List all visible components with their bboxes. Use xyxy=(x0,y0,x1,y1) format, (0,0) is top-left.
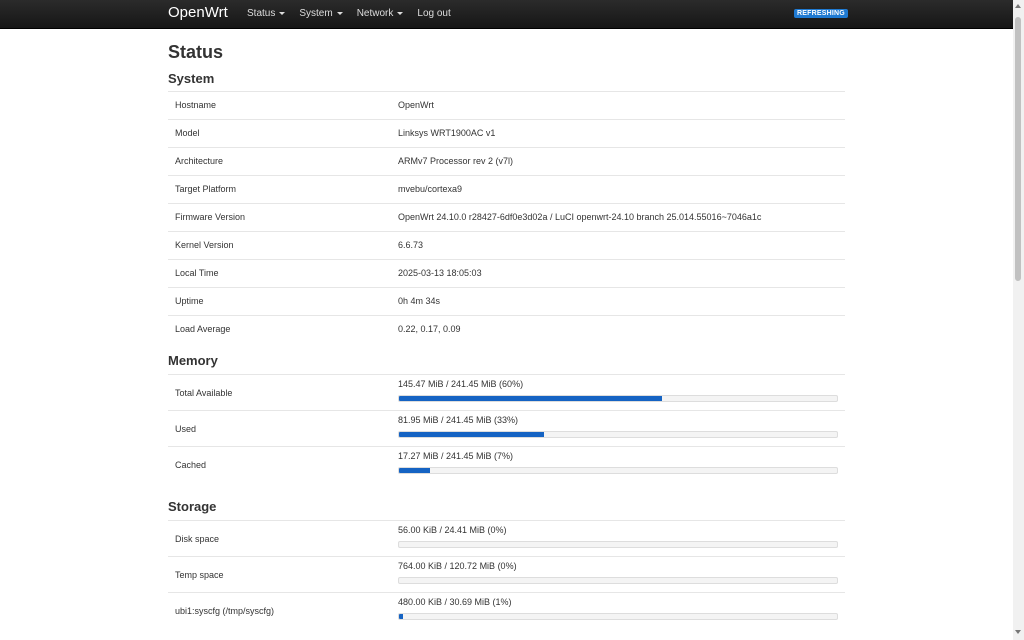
table-row: Uptime 0h 4m 34s xyxy=(168,287,845,315)
section-title-system: System xyxy=(168,71,215,86)
progress-fill xyxy=(399,468,430,473)
menu-status[interactable]: Status xyxy=(247,8,286,19)
bar-text: 81.95 MiB / 241.45 MiB (33%) xyxy=(398,415,519,425)
brand-logo[interactable]: OpenWrt xyxy=(168,4,228,21)
row-value: mvebu/cortexa9 xyxy=(398,184,463,194)
row-label: Disk space xyxy=(175,534,220,544)
row-label: Uptime xyxy=(175,296,204,306)
storage-table: Disk space 56.00 KiB / 24.41 MiB (0%) Te… xyxy=(168,520,845,628)
scroll-down-icon[interactable] xyxy=(1015,630,1021,634)
row-label: Local Time xyxy=(175,268,219,278)
menu-logout-label: Log out xyxy=(417,8,451,19)
bar-text: 56.00 KiB / 24.41 MiB (0%) xyxy=(398,525,507,535)
bar-text: 17.27 MiB / 241.45 MiB (7%) xyxy=(398,451,514,461)
table-row: Firmware Version OpenWrt 24.10.0 r28427-… xyxy=(168,203,845,231)
row-label: ubi1:syscfg (/tmp/syscfg) xyxy=(175,606,275,616)
table-row: Load Average 0.22, 0.17, 0.09 xyxy=(168,315,845,343)
menu-logout[interactable]: Log out xyxy=(417,8,450,19)
memory-table: Total Available 145.47 MiB / 241.45 MiB … xyxy=(168,374,845,482)
row-label: Model xyxy=(175,128,200,138)
menu-system-label: System xyxy=(299,8,333,19)
menu-network[interactable]: Network xyxy=(357,8,404,19)
page-title: Status xyxy=(168,42,224,62)
section-title-storage: Storage xyxy=(168,499,217,514)
bar-text: 145.47 MiB / 241.45 MiB (60%) xyxy=(398,379,524,389)
row-label: Kernel Version xyxy=(175,240,234,250)
bar-text: 480.00 KiB / 30.69 MiB (1%) xyxy=(398,597,512,607)
progress-fill xyxy=(399,432,544,437)
progress-fill xyxy=(399,396,662,401)
main-menu: Status System Network Log out xyxy=(247,8,465,19)
row-label: Hostname xyxy=(175,100,217,110)
section-title-memory: Memory xyxy=(168,353,218,368)
table-row: Model Linksys WRT1900AC v1 xyxy=(168,119,845,147)
row-label: Firmware Version xyxy=(175,212,246,222)
row-value: 0h 4m 34s xyxy=(398,296,441,306)
row-value: OpenWrt 24.10.0 r28427-6df0e3d02a / LuCI… xyxy=(398,212,762,222)
row-label: Cached xyxy=(175,460,207,470)
chevron-down-icon xyxy=(336,12,343,15)
progress-bar xyxy=(398,613,838,620)
row-label: Total Available xyxy=(175,388,233,398)
scroll-up-icon[interactable] xyxy=(1015,4,1021,8)
system-table: Hostname OpenWrt Model Linksys WRT1900AC… xyxy=(168,91,845,343)
refreshing-badge[interactable]: REFRESHING xyxy=(794,9,848,18)
progress-bar xyxy=(398,541,838,548)
top-navbar: OpenWrt Status System Network Log out RE… xyxy=(0,0,1013,29)
table-row: Kernel Version 6.6.73 xyxy=(168,231,845,259)
bar-text: 764.00 KiB / 120.72 MiB (0%) xyxy=(398,561,517,571)
row-label: Temp space xyxy=(175,570,224,580)
menu-status-label: Status xyxy=(247,8,276,19)
progress-fill xyxy=(399,614,404,619)
row-label: Target Platform xyxy=(175,184,237,194)
row-value: 6.6.73 xyxy=(398,240,424,250)
table-row: Architecture ARMv7 Processor rev 2 (v7l) xyxy=(168,147,845,175)
row-value: Linksys WRT1900AC v1 xyxy=(398,128,496,138)
row-label: Load Average xyxy=(175,324,231,334)
row-label: Used xyxy=(175,424,197,434)
row-value: 2025-03-13 18:05:03 xyxy=(398,268,482,278)
row-label: Architecture xyxy=(175,156,224,166)
row-value: OpenWrt xyxy=(398,100,434,110)
row-value: ARMv7 Processor rev 2 (v7l) xyxy=(398,156,514,166)
table-row: Hostname OpenWrt xyxy=(168,91,845,119)
table-row: Total Available 145.47 MiB / 241.45 MiB … xyxy=(168,374,845,410)
progress-bar xyxy=(398,577,838,584)
row-value: 0.22, 0.17, 0.09 xyxy=(398,324,461,334)
menu-system[interactable]: System xyxy=(299,8,343,19)
table-row: Cached 17.27 MiB / 241.45 MiB (7%) xyxy=(168,446,845,482)
chevron-down-icon xyxy=(279,12,286,15)
scrollbar-thumb[interactable] xyxy=(1015,17,1021,281)
progress-bar xyxy=(398,431,838,438)
menu-network-label: Network xyxy=(356,8,394,19)
table-row: Target Platform mvebu/cortexa9 xyxy=(168,175,845,203)
table-row: Disk space 56.00 KiB / 24.41 MiB (0%) xyxy=(168,520,845,556)
table-row: Temp space 764.00 KiB / 120.72 MiB (0%) xyxy=(168,556,845,592)
progress-bar xyxy=(398,395,838,402)
progress-bar xyxy=(398,467,838,474)
table-row: ubi1:syscfg (/tmp/syscfg) 480.00 KiB / 3… xyxy=(168,592,845,628)
chevron-down-icon xyxy=(397,12,404,15)
table-row: Local Time 2025-03-13 18:05:03 xyxy=(168,259,845,287)
table-row: Used 81.95 MiB / 241.45 MiB (33%) xyxy=(168,410,845,446)
